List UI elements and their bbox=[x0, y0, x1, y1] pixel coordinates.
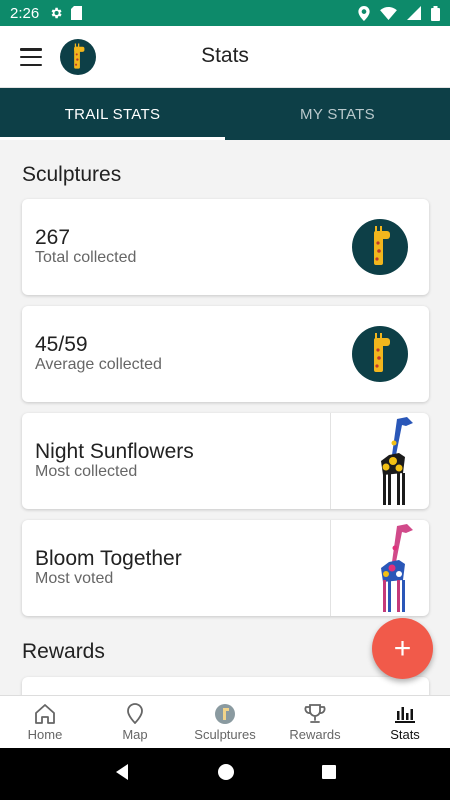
sculptures-section-title: Sculptures bbox=[22, 163, 122, 186]
stat-label: Average collected bbox=[35, 356, 162, 373]
recents-square-icon[interactable] bbox=[321, 764, 337, 785]
nav-label: Stats bbox=[390, 726, 420, 742]
stat-card-most-collected[interactable]: Night Sunflowers Most collected bbox=[22, 413, 429, 509]
system-navigation-bar bbox=[0, 748, 450, 800]
status-bar: 2:26 bbox=[0, 0, 450, 26]
tab-my-stats[interactable]: MY STATS bbox=[225, 88, 450, 140]
nav-stats[interactable]: Stats bbox=[360, 696, 450, 748]
wifi-icon bbox=[380, 6, 397, 20]
signal-icon bbox=[407, 6, 421, 20]
stat-label: Most voted bbox=[35, 570, 114, 587]
status-time: 2:26 bbox=[10, 4, 40, 22]
nav-label: Sculptures bbox=[194, 726, 256, 742]
nav-map[interactable]: Map bbox=[90, 696, 180, 748]
nav-sculptures[interactable]: Sculptures bbox=[180, 696, 270, 748]
page-title: Stats bbox=[201, 44, 249, 67]
stat-label: Most collected bbox=[35, 463, 138, 480]
rewards-section-title: Rewards bbox=[22, 640, 105, 663]
stat-value: 267 bbox=[35, 226, 71, 249]
stat-card-total-collected[interactable]: 267 Total collected bbox=[22, 199, 429, 295]
stat-label: Total collected bbox=[35, 249, 137, 266]
map-pin-icon bbox=[127, 703, 143, 724]
bottom-navigation: Home Map Sculptures Rewards Stats bbox=[0, 695, 450, 748]
sculpture-name: Night Sunflowers bbox=[35, 440, 194, 463]
add-fab-button[interactable]: + bbox=[372, 618, 433, 679]
stat-card-most-voted[interactable]: Bloom Together Most voted bbox=[22, 520, 429, 616]
giraffe-logo-icon bbox=[352, 326, 408, 382]
home-icon bbox=[35, 703, 55, 724]
rewards-card[interactable] bbox=[22, 677, 429, 695]
settings-gear-icon bbox=[51, 7, 62, 19]
location-icon bbox=[358, 5, 370, 21]
nav-label: Map bbox=[122, 726, 148, 742]
home-circle-icon[interactable] bbox=[217, 763, 235, 786]
stat-card-average-collected[interactable]: 45/59 Average collected bbox=[22, 306, 429, 402]
floral-giraffe-sculpture bbox=[381, 524, 413, 612]
battery-icon bbox=[431, 5, 440, 21]
stat-value: 45/59 bbox=[35, 333, 88, 356]
sculpture-image bbox=[330, 520, 429, 616]
back-icon[interactable] bbox=[113, 763, 131, 786]
nav-rewards[interactable]: Rewards bbox=[270, 696, 360, 748]
bar-chart-icon bbox=[395, 706, 415, 723]
sculpture-name: Bloom Together bbox=[35, 547, 182, 570]
tab-trail-stats[interactable]: TRAIL STATS bbox=[0, 88, 225, 140]
sunflower-giraffe-sculpture bbox=[381, 417, 413, 505]
stats-tabs: TRAIL STATS MY STATS bbox=[0, 88, 450, 140]
nav-label: Rewards bbox=[289, 726, 341, 742]
plus-icon: + bbox=[393, 631, 412, 665]
app-bar: Stats bbox=[0, 26, 450, 88]
nav-label: Home bbox=[27, 726, 63, 742]
sculpture-image bbox=[330, 413, 429, 509]
giraffe-icon bbox=[215, 703, 235, 724]
trophy-icon bbox=[304, 704, 326, 723]
stats-content[interactable]: Sculptures 267 Total collected 45/59 Ave… bbox=[0, 140, 450, 695]
sd-card-icon bbox=[71, 6, 83, 20]
giraffe-logo-icon bbox=[352, 219, 408, 275]
nav-home[interactable]: Home bbox=[0, 696, 90, 748]
